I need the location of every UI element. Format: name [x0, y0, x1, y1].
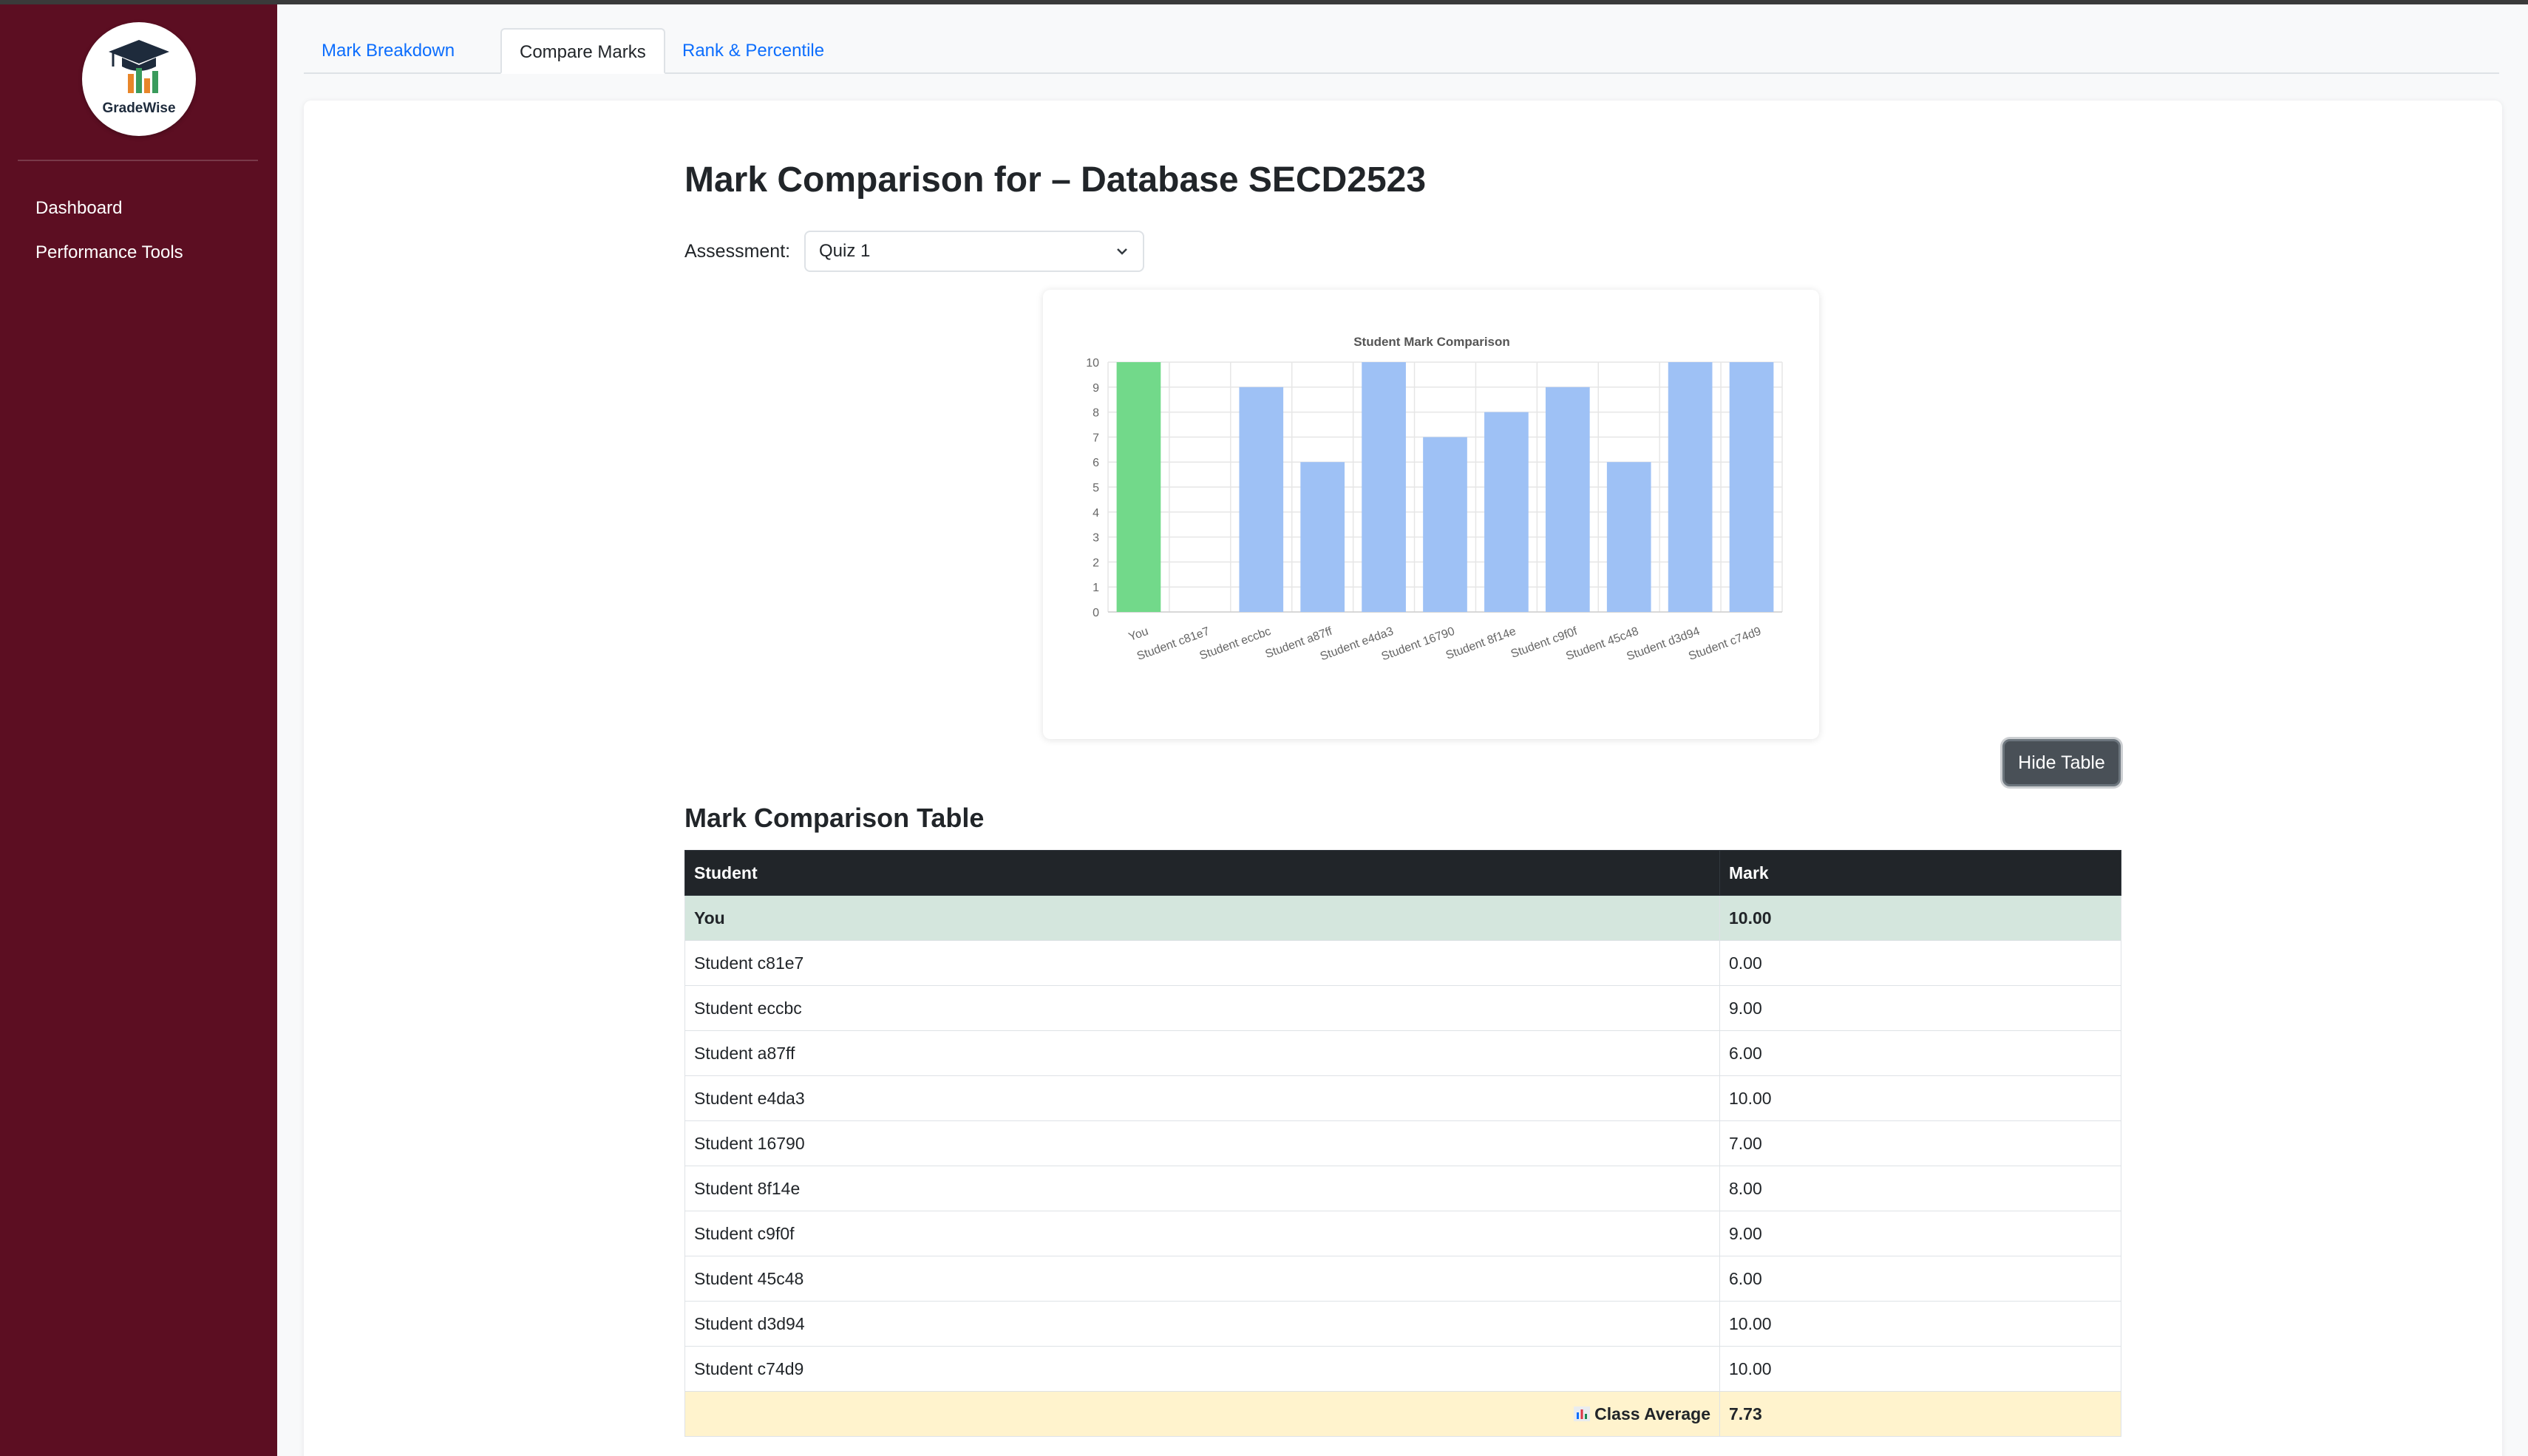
mark-cell: 10.00: [1719, 1301, 2121, 1347]
bar-student-d3d94[interactable]: [1668, 362, 1713, 612]
mark-cell: 10.00: [1719, 1075, 2121, 1121]
class-average-row: Class Average 7.73: [684, 1391, 2121, 1437]
student-cell: You: [684, 895, 1720, 941]
y-tick-label: 5: [1093, 482, 1099, 494]
table-row: Student d3d94 10.00: [684, 1301, 2121, 1347]
x-tick-label: Student eccbc: [1198, 625, 1273, 663]
mark-cell: 6.00: [1719, 1030, 2121, 1076]
hide-table-button[interactable]: Hide Table: [2002, 739, 2121, 786]
sidebar-item-performance-tools[interactable]: Performance Tools: [35, 242, 183, 263]
class-average-label-cell: Class Average: [684, 1391, 1720, 1437]
class-average-label: Class Average: [1594, 1404, 1710, 1423]
column-header-mark[interactable]: Mark: [1719, 850, 2121, 896]
student-cell: Student eccbc: [684, 985, 1720, 1031]
sidebar-divider: [18, 160, 258, 161]
student-cell: Student 8f14e: [684, 1166, 1720, 1211]
y-tick-label: 7: [1093, 432, 1099, 444]
bar-student-eccbc[interactable]: [1239, 387, 1284, 612]
tab-bar: Mark Breakdown Compare Marks Rank & Perc…: [304, 28, 2499, 74]
chevron-down-icon: [1117, 248, 1127, 255]
table-row: Student 16790 7.00: [684, 1120, 2121, 1166]
table-row: Student e4da3 10.00: [684, 1075, 2121, 1121]
sidebar: GradeWise Dashboard Performance Tools: [0, 4, 277, 1456]
y-tick-label: 10: [1086, 357, 1099, 370]
mark-cell: 6.00: [1719, 1256, 2121, 1302]
sidebar-item-dashboard[interactable]: Dashboard: [35, 198, 122, 219]
student-cell: Student a87ff: [684, 1030, 1720, 1076]
bar-student-16790[interactable]: [1423, 437, 1467, 612]
y-tick-label: 2: [1093, 557, 1099, 569]
chart-title: Student Mark Comparison: [1353, 335, 1510, 349]
mark-cell: 8.00: [1719, 1166, 2121, 1211]
table-row: Student c74d9 10.00: [684, 1346, 2121, 1392]
table-row: Student a87ff 6.00: [684, 1030, 2121, 1076]
table-row: Student c9f0f 9.00: [684, 1211, 2121, 1256]
student-cell: Student e4da3: [684, 1075, 1720, 1121]
app-logo[interactable]: GradeWise: [82, 22, 196, 136]
main-content: Mark Breakdown Compare Marks Rank & Perc…: [277, 4, 2528, 1456]
content-card: Mark Comparison for – Database SECD2523 …: [304, 101, 2502, 1456]
mark-cell: 9.00: [1719, 1211, 2121, 1256]
tab-compare-marks[interactable]: Compare Marks: [500, 28, 665, 74]
table-row-you: You 10.00: [684, 895, 2121, 941]
graduation-cap-chart-icon: [109, 40, 169, 93]
student-cell: Student c74d9: [684, 1346, 1720, 1392]
x-tick-label: Student 8f14e: [1444, 625, 1518, 662]
bar-student-a87ff[interactable]: [1300, 462, 1345, 612]
bar-student-45c48[interactable]: [1606, 462, 1651, 612]
student-cell: Student c9f0f: [684, 1211, 1720, 1256]
mark-cell: 0.00: [1719, 940, 2121, 986]
student-mark-chart: Student Mark Comparison 0 1 2 3 4 5 6 7 8 9 10 You…: [1086, 335, 1783, 663]
mark-comparison-table: Student Mark You 10.00 Student c81e7 0.00 St…: [684, 850, 2121, 1437]
assessment-label: Assessment:: [684, 241, 791, 262]
bar-chart-icon: [1574, 1404, 1594, 1423]
bar-you[interactable]: [1116, 362, 1161, 612]
table-row: Student c81e7 0.00: [684, 940, 2121, 986]
y-tick-label: 1: [1093, 582, 1099, 594]
bar-student-e4da3[interactable]: [1362, 362, 1406, 612]
student-cell: Student 45c48: [684, 1256, 1720, 1302]
y-tick-label: 4: [1093, 507, 1099, 520]
table-row: Student 45c48 6.00: [684, 1256, 2121, 1302]
tab-mark-breakdown[interactable]: Mark Breakdown: [304, 28, 472, 74]
x-tick-label: You: [1127, 625, 1150, 644]
table-header-row: Student Mark: [684, 850, 2121, 896]
y-tick-label: 0: [1093, 607, 1099, 619]
y-tick-label: 3: [1093, 532, 1099, 545]
bar-student-c9f0f[interactable]: [1545, 387, 1590, 612]
student-cell: Student c81e7: [684, 940, 1720, 986]
chart-card: Student Mark Comparison 0 1 2 3 4 5 6 7 8 9 10 You…: [1043, 290, 1819, 739]
y-tick-label: 6: [1093, 457, 1099, 469]
y-tick-label: 9: [1093, 382, 1099, 395]
mark-cell: 10.00: [1719, 1346, 2121, 1392]
bar-student-8f14e[interactable]: [1484, 412, 1529, 612]
class-average-value: 7.73: [1719, 1391, 2121, 1437]
y-tick-label: 8: [1093, 407, 1099, 420]
student-cell: Student d3d94: [684, 1301, 1720, 1347]
assessment-select[interactable]: Quiz 1: [804, 231, 1144, 272]
mark-cell: 10.00: [1719, 895, 2121, 941]
mark-cell: 9.00: [1719, 985, 2121, 1031]
bar-student-c74d9[interactable]: [1729, 362, 1774, 612]
table-title: Mark Comparison Table: [684, 803, 985, 833]
page-title: Mark Comparison for – Database SECD2523: [684, 160, 1427, 200]
student-cell: Student 16790: [684, 1120, 1720, 1166]
mark-cell: 7.00: [1719, 1120, 2121, 1166]
app-name: GradeWise: [102, 101, 176, 116]
table-row: Student eccbc 9.00: [684, 985, 2121, 1031]
table-row: Student 8f14e 8.00: [684, 1166, 2121, 1211]
assessment-selected-value: Quiz 1: [819, 241, 871, 261]
column-header-student[interactable]: Student: [684, 850, 1720, 896]
tab-rank-percentile[interactable]: Rank & Percentile: [665, 28, 842, 74]
